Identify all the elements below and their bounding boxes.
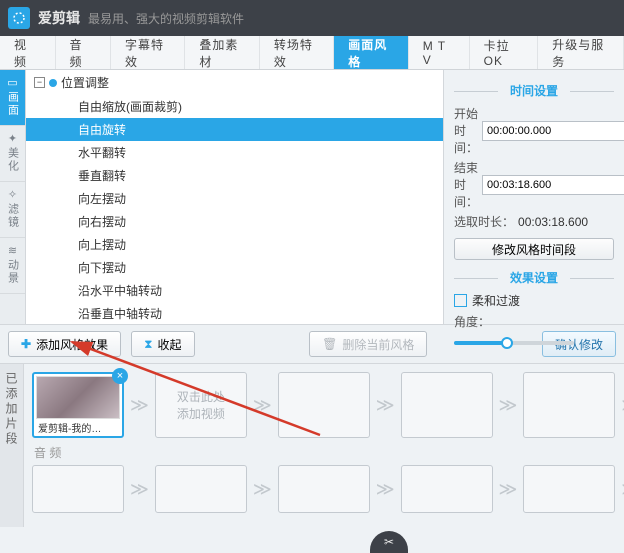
titlebar: 爱剪辑 最易用、强大的视频剪辑软件	[0, 0, 624, 36]
time-section-title: 时间设置	[454, 82, 614, 99]
scissor-icon: ✂	[384, 535, 394, 549]
rail-item-2[interactable]: ✧ 滤镜	[0, 182, 25, 238]
tab-8[interactable]: 升级与服务	[538, 36, 624, 69]
arrow-icon: ≫	[499, 479, 518, 500]
arrow-icon: ≫	[130, 479, 149, 500]
rail-item-0[interactable]: ▭ 画面	[0, 70, 25, 126]
checkbox-icon	[454, 294, 467, 307]
clip-caption: 爱剪辑-我的…	[36, 419, 120, 434]
app-name: 爱剪辑	[38, 8, 80, 28]
tree-item[interactable]: 自由旋转	[26, 118, 443, 141]
rail-label: 美化	[5, 147, 21, 173]
scissor-button[interactable]: ✂	[370, 531, 408, 553]
video-clip-empty[interactable]	[523, 372, 615, 438]
audio-clip-empty[interactable]	[155, 465, 247, 513]
app-slogan: 最易用、强大的视频剪辑软件	[88, 10, 244, 27]
clip-thumbnail	[36, 376, 120, 419]
arrow-icon: ≫	[499, 395, 518, 416]
main-tabbar: 视 频音 频字幕特效叠加素材转场特效画面风格M T V卡拉OK升级与服务	[0, 36, 624, 70]
tab-1[interactable]: 音 频	[56, 36, 112, 69]
tab-4[interactable]: 转场特效	[260, 36, 334, 69]
audio-clip-row: ≫ ≫ ≫ ≫ ≫	[32, 465, 624, 513]
delete-effect-label: 删除当前风格	[342, 336, 414, 353]
rail-icon: ≋	[8, 246, 17, 257]
start-time-label: 开始时间：	[454, 105, 478, 156]
tree-item[interactable]: 向上摆动	[26, 233, 443, 256]
angle-label: 角度：	[454, 313, 490, 330]
arrow-icon: ≫	[376, 395, 395, 416]
tab-2[interactable]: 字幕特效	[111, 36, 185, 69]
rail-item-1[interactable]: ✦ 美化	[0, 126, 25, 182]
effect-section-title: 效果设置	[454, 269, 614, 286]
audio-row-label: 音 频	[34, 444, 624, 461]
left-rail: ▭ 画面 ✦ 美化 ✧ 滤镜 ≋ 动景	[0, 70, 26, 324]
rail-icon: ✧	[8, 190, 17, 201]
audio-clip-empty[interactable]	[523, 465, 615, 513]
arrow-icon: ≫	[253, 395, 272, 416]
clips-panel: 已添加片段 × 爱剪辑-我的… ≫ 双击此处 添加视频 ≫ ≫ ≫ ≫ 音 频 …	[0, 364, 624, 527]
end-time-label: 结束时间：	[454, 159, 478, 210]
hourglass-icon: ⧗	[144, 337, 152, 352]
tree-item[interactable]: 向下摆动	[26, 256, 443, 279]
rail-label: 滤镜	[5, 203, 21, 229]
collapse-button[interactable]: ⧗ 收起	[131, 331, 194, 357]
placeholder-line1: 双击此处	[177, 388, 225, 405]
tab-6[interactable]: M T V	[409, 36, 470, 69]
delete-effect-button[interactable]: 🗑 删除当前风格	[309, 331, 427, 357]
soft-transition-label: 柔和过渡	[472, 292, 520, 309]
tab-0[interactable]: 视 频	[0, 36, 56, 69]
rail-label: 画面	[5, 91, 21, 117]
duration-label: 选取时长：	[454, 213, 514, 230]
tree-category-header[interactable]: − 位置调整	[26, 70, 443, 95]
start-time-input[interactable]	[482, 121, 624, 141]
end-time-input[interactable]	[482, 175, 624, 195]
video-clip-1[interactable]: × 爱剪辑-我的…	[32, 372, 124, 438]
arrow-icon: ≫	[376, 479, 395, 500]
clips-rail-label: 已添加片段	[3, 372, 20, 447]
plus-icon: ✚	[21, 337, 31, 351]
add-effect-label: 添加风格效果	[36, 336, 108, 353]
rail-label: 动景	[5, 259, 21, 285]
video-clip-empty[interactable]	[278, 372, 370, 438]
video-clip-empty[interactable]	[401, 372, 493, 438]
rail-item-3[interactable]: ≋ 动景	[0, 238, 25, 294]
modify-time-button[interactable]: 修改风格时间段	[454, 238, 614, 260]
settings-pane: 时间设置 开始时间： 结束时间： 选取时长： 00:03:18.600 修改风格…	[444, 70, 624, 324]
tree-item[interactable]: 向左摆动	[26, 187, 443, 210]
tree-item[interactable]: 垂直翻转	[26, 164, 443, 187]
collapse-label: 收起	[158, 336, 182, 353]
tab-7[interactable]: 卡拉OK	[470, 36, 539, 69]
tree-item[interactable]: 自由缩放(画面裁剪)	[26, 95, 443, 118]
tree-item[interactable]: 沿水平中轴转动	[26, 279, 443, 302]
tab-5[interactable]: 画面风格	[334, 36, 408, 69]
effect-tree: − 位置调整 自由缩放(画面裁剪)自由旋转水平翻转垂直翻转向左摆动向右摆动向上摆…	[26, 70, 444, 324]
remove-clip-button[interactable]: ×	[112, 368, 128, 384]
audio-clip-empty[interactable]	[278, 465, 370, 513]
trash-icon: 🗑	[322, 337, 337, 351]
duration-value: 00:03:18.600	[518, 215, 588, 229]
arrow-icon: ≫	[253, 479, 272, 500]
arrow-icon: ≫	[130, 395, 149, 416]
soft-transition-checkbox[interactable]: 柔和过渡	[454, 292, 614, 309]
app-logo	[8, 7, 30, 29]
tree-category-label: 位置调整	[61, 74, 109, 91]
tree-item[interactable]: 水平翻转	[26, 141, 443, 164]
category-dot-icon	[49, 79, 57, 87]
rail-icon: ✦	[8, 134, 17, 145]
angle-slider[interactable]	[454, 341, 574, 345]
placeholder-line2: 添加视频	[177, 405, 225, 422]
collapse-icon[interactable]: −	[34, 77, 45, 88]
tree-item[interactable]: 向右摆动	[26, 210, 443, 233]
tree-item[interactable]: 沿垂直中轴转动	[26, 302, 443, 324]
video-clip-row: × 爱剪辑-我的… ≫ 双击此处 添加视频 ≫ ≫ ≫ ≫	[32, 372, 624, 438]
slider-thumb[interactable]	[501, 337, 513, 349]
video-clip-placeholder[interactable]: 双击此处 添加视频	[155, 372, 247, 438]
audio-clip-empty[interactable]	[32, 465, 124, 513]
clips-rail: 已添加片段	[0, 364, 24, 527]
tab-3[interactable]: 叠加素材	[185, 36, 259, 69]
add-effect-button[interactable]: ✚ 添加风格效果	[8, 331, 121, 357]
rail-icon: ▭	[7, 78, 17, 89]
audio-clip-empty[interactable]	[401, 465, 493, 513]
